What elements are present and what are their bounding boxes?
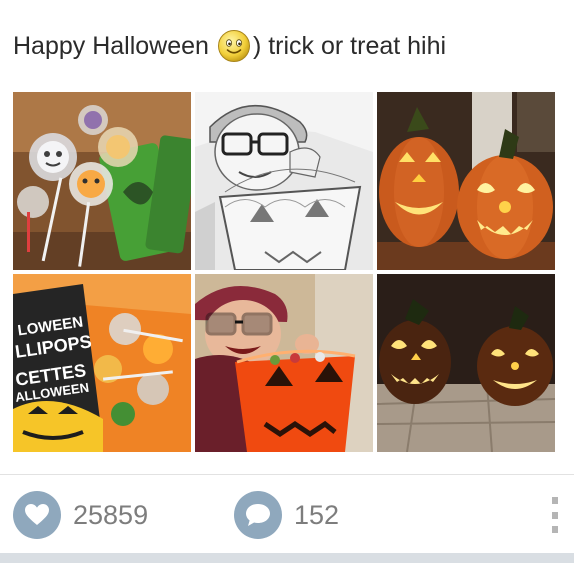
more-dot	[552, 511, 558, 519]
like-button[interactable]: 25859	[13, 490, 148, 540]
comment-count: 152	[294, 499, 340, 530]
post-caption: Happy Halloween ) trick or treat hihi	[13, 26, 446, 66]
sketch-selfie-photo[interactable]	[195, 92, 373, 270]
halloween-candy-bag-photo[interactable]: LOWEEN LLIPOPS CETTES ALLOWEEN	[13, 274, 191, 452]
girl-with-bucket-photo[interactable]	[195, 274, 373, 452]
speech-bubble-icon	[234, 491, 282, 539]
pumpkins-dark-photo[interactable]	[377, 274, 555, 452]
caption-text-start: Happy Halloween	[13, 32, 209, 60]
lollipops-photo[interactable]	[13, 92, 191, 270]
post-actions: 25859 152	[0, 475, 574, 555]
comment-button[interactable]: 152	[234, 490, 339, 540]
more-dot	[552, 526, 558, 533]
like-count: 25859	[73, 499, 149, 530]
pumpkins-lit-photo[interactable]	[377, 92, 555, 270]
bottom-edge	[0, 553, 574, 563]
post-card: Happy Halloween ) trick or treat hihi LO…	[0, 0, 574, 563]
caption-text-end: ) trick or treat hihi	[252, 32, 447, 60]
more-vertical-icon[interactable]	[549, 497, 561, 533]
more-dot	[552, 497, 558, 504]
heart-icon	[13, 491, 61, 539]
photo-grid: LOWEEN LLIPOPS CETTES ALLOWEEN	[13, 92, 555, 452]
smiley-emoji-icon	[217, 30, 250, 62]
